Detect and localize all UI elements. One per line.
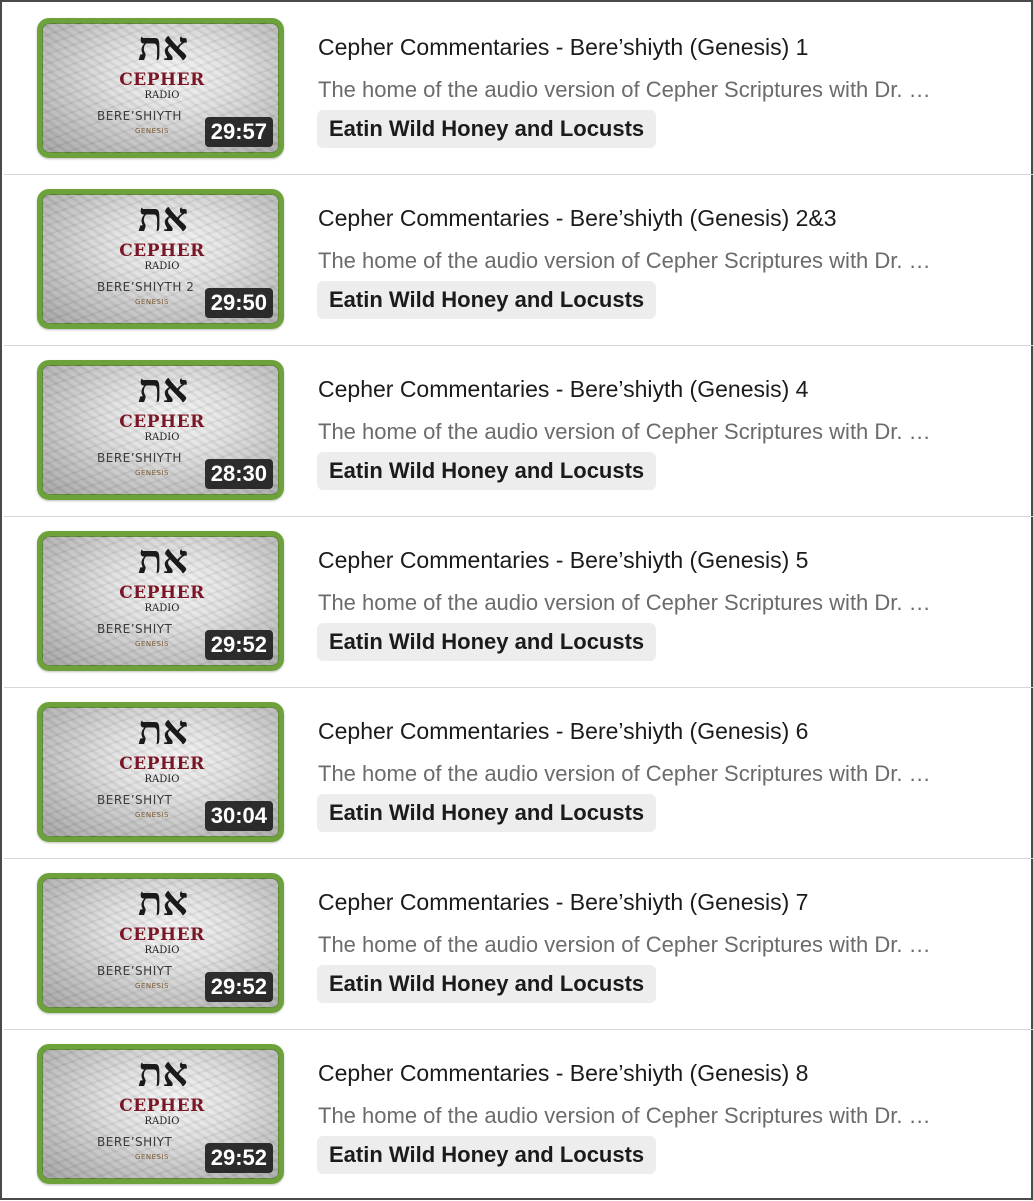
video-list-item[interactable]: את CEPHER RADIO BERE’SHIYT GENESIS 29:52… (4, 517, 1033, 688)
video-title[interactable]: Cepher Commentaries - Bere’shiyth (Genes… (318, 547, 808, 574)
duration-badge: 29:52 (204, 972, 273, 1002)
duration-badge: 29:50 (204, 288, 273, 318)
thumbnail-brand: CEPHER (119, 583, 205, 603)
video-thumbnail[interactable]: את CEPHER RADIO BERE’SHIYTH GENESIS 29:5… (37, 18, 284, 158)
channel-chip[interactable]: Eatin Wild Honey and Locusts (317, 452, 657, 490)
thumbnail-brand: CEPHER (119, 70, 205, 90)
video-list: את CEPHER RADIO BERE’SHIYTH GENESIS 29:5… (4, 4, 1033, 1201)
video-title[interactable]: Cepher Commentaries - Bere’shiyth (Genes… (318, 376, 808, 403)
video-description: The home of the audio version of Cepher … (318, 590, 931, 615)
video-list-item[interactable]: את CEPHER RADIO BERE’SHIYT GENESIS 29:52… (4, 859, 1033, 1030)
channel-chip[interactable]: Eatin Wild Honey and Locusts (317, 110, 657, 148)
duration-badge: 28:30 (204, 459, 273, 489)
video-thumbnail[interactable]: את CEPHER RADIO BERE’SHIYT GENESIS 29:52 (37, 873, 284, 1013)
video-description: The home of the audio version of Cepher … (318, 77, 931, 102)
thumbnail-brand: CEPHER (119, 754, 205, 774)
video-title[interactable]: Cepher Commentaries - Bere’shiyth (Genes… (318, 34, 808, 61)
video-title[interactable]: Cepher Commentaries - Bere’shiyth (Genes… (318, 205, 837, 232)
video-thumbnail[interactable]: את CEPHER RADIO BERE’SHIYTH 2 GENESIS 29… (37, 189, 284, 329)
thumbnail-series: BERE’SHIYT (97, 622, 173, 636)
video-description: The home of the audio version of Cepher … (318, 419, 931, 444)
thumbnail-logo-glyph: את (137, 1049, 189, 1096)
thumbnail-subtitle: RADIO (144, 774, 180, 785)
thumbnail-subtitle: RADIO (144, 261, 180, 272)
thumbnail-series-sub: GENESIS (135, 127, 169, 135)
thumbnail-logo-glyph: את (137, 365, 189, 412)
channel-chip[interactable]: Eatin Wild Honey and Locusts (317, 623, 657, 661)
thumbnail-brand: CEPHER (119, 412, 205, 432)
thumbnail-subtitle: RADIO (144, 432, 180, 443)
video-thumbnail[interactable]: את CEPHER RADIO BERE’SHIYTH GENESIS 28:3… (37, 360, 284, 500)
video-title[interactable]: Cepher Commentaries - Bere’shiyth (Genes… (318, 1060, 808, 1087)
thumbnail-subtitle: RADIO (144, 603, 180, 614)
thumbnail-brand: CEPHER (119, 241, 205, 261)
video-list-item[interactable]: את CEPHER RADIO BERE’SHIYTH GENESIS 29:5… (4, 4, 1033, 175)
video-list-item[interactable]: את CEPHER RADIO BERE’SHIYT GENESIS 29:52… (4, 1030, 1033, 1201)
thumbnail-series: BERE’SHIYT (97, 1135, 173, 1149)
thumbnail-brand: CEPHER (119, 1096, 205, 1116)
thumbnail-series: BERE’SHIYTH (97, 109, 182, 123)
thumbnail-series-sub: GENESIS (135, 298, 169, 306)
video-title[interactable]: Cepher Commentaries - Bere’shiyth (Genes… (318, 718, 808, 745)
video-list-item[interactable]: את CEPHER RADIO BERE’SHIYTH GENESIS 28:3… (4, 346, 1033, 517)
thumbnail-series: BERE’SHIYTH (97, 451, 182, 465)
thumbnail-logo-glyph: את (137, 536, 189, 583)
thumbnail-series: BERE’SHIYT (97, 793, 173, 807)
duration-badge: 30:04 (204, 801, 273, 831)
video-description: The home of the audio version of Cepher … (318, 761, 931, 786)
thumbnail-series-sub: GENESIS (135, 811, 169, 819)
video-list-item[interactable]: את CEPHER RADIO BERE’SHIYT GENESIS 30:04… (4, 688, 1033, 859)
thumbnail-series: BERE’SHIYT (97, 964, 173, 978)
thumbnail-logo-glyph: את (137, 878, 189, 925)
thumbnail-series-sub: GENESIS (135, 469, 169, 477)
video-description: The home of the audio version of Cepher … (318, 932, 931, 957)
thumbnail-subtitle: RADIO (144, 1116, 180, 1127)
duration-badge: 29:52 (204, 630, 273, 660)
video-description: The home of the audio version of Cepher … (318, 248, 931, 273)
video-thumbnail[interactable]: את CEPHER RADIO BERE’SHIYT GENESIS 29:52 (37, 1044, 284, 1184)
thumbnail-series-sub: GENESIS (135, 982, 169, 990)
channel-chip[interactable]: Eatin Wild Honey and Locusts (317, 1136, 657, 1174)
thumbnail-series: BERE’SHIYTH 2 (97, 280, 195, 294)
duration-badge: 29:57 (204, 117, 273, 147)
thumbnail-subtitle: RADIO (144, 90, 180, 101)
channel-chip[interactable]: Eatin Wild Honey and Locusts (317, 281, 657, 319)
video-list-item[interactable]: את CEPHER RADIO BERE’SHIYTH 2 GENESIS 29… (4, 175, 1033, 346)
channel-chip[interactable]: Eatin Wild Honey and Locusts (317, 794, 657, 832)
thumbnail-series-sub: GENESIS (135, 1153, 169, 1161)
duration-badge: 29:52 (204, 1143, 273, 1173)
video-thumbnail[interactable]: את CEPHER RADIO BERE’SHIYT GENESIS 30:04 (37, 702, 284, 842)
video-description: The home of the audio version of Cepher … (318, 1103, 931, 1128)
video-title[interactable]: Cepher Commentaries - Bere’shiyth (Genes… (318, 889, 808, 916)
thumbnail-logo-glyph: את (137, 194, 189, 241)
video-list-window: את CEPHER RADIO BERE’SHIYTH GENESIS 29:5… (0, 0, 1033, 1200)
thumbnail-series-sub: GENESIS (135, 640, 169, 648)
thumbnail-logo-glyph: את (137, 23, 189, 70)
video-thumbnail[interactable]: את CEPHER RADIO BERE’SHIYT GENESIS 29:52 (37, 531, 284, 671)
thumbnail-logo-glyph: את (137, 707, 189, 754)
thumbnail-subtitle: RADIO (144, 945, 180, 956)
channel-chip[interactable]: Eatin Wild Honey and Locusts (317, 965, 657, 1003)
thumbnail-brand: CEPHER (119, 925, 205, 945)
